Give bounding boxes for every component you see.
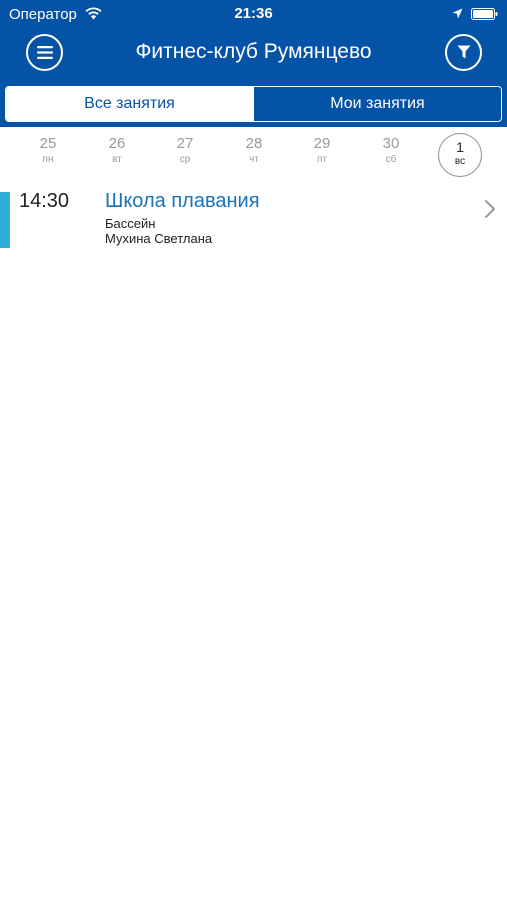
tab-all-sessions[interactable]: Все занятия [6, 87, 253, 121]
day-item[interactable]: 27 ср [163, 133, 207, 177]
filter-button[interactable] [445, 34, 482, 71]
tabs-segmented-control: Все занятия Мои занятия [5, 86, 502, 122]
day-number: 30 [382, 135, 400, 152]
session-title: Школа плавания [105, 190, 260, 212]
page-title: Фитнес-клуб Румянцево [135, 40, 372, 63]
day-item[interactable]: 28 чт [232, 133, 276, 177]
navigation-bar: Фитнес-клуб Румянцево [0, 28, 507, 78]
day-number: 27 [176, 135, 194, 152]
day-selector: 25 пн 26 вт 27 ср 28 чт 29 пт 30 сб 1 вс [0, 127, 507, 181]
day-weekday: пн [42, 154, 54, 165]
filter-funnel-icon [457, 45, 470, 59]
day-number: 1 [456, 139, 464, 155]
day-item[interactable]: 29 пт [300, 133, 344, 177]
day-number: 28 [245, 135, 263, 152]
day-weekday: пт [317, 154, 327, 165]
session-row[interactable]: 14:30 Школа плавания Бассейн Мухина Свет… [0, 186, 507, 248]
session-accent-bar [0, 192, 10, 248]
tab-my-sessions[interactable]: Мои занятия [253, 87, 501, 121]
day-weekday: чт [249, 154, 259, 165]
day-item[interactable]: 25 пн [26, 133, 70, 177]
day-weekday: вс [454, 156, 466, 167]
chevron-right-icon [485, 200, 495, 218]
location-icon [452, 8, 463, 19]
day-number: 25 [39, 135, 57, 152]
app-header: Оператор 21:36 Фитнес-клуб Румянцево Все… [0, 0, 507, 127]
session-room: Бассейн [105, 216, 156, 231]
day-item[interactable]: 26 вт [95, 133, 139, 177]
day-number: 26 [108, 135, 126, 152]
day-weekday: вт [112, 154, 122, 165]
status-bar: Оператор 21:36 [0, 0, 507, 28]
day-number: 29 [313, 135, 331, 152]
status-time: 21:36 [234, 5, 273, 22]
day-weekday: сб [385, 154, 397, 165]
day-weekday: ср [179, 154, 191, 165]
session-time: 14:30 [19, 190, 70, 212]
battery-icon [471, 8, 498, 20]
day-item[interactable]: 30 сб [369, 133, 413, 177]
session-trainer: Мухина Светлана [105, 231, 213, 246]
day-item-selected[interactable]: 1 вс [438, 133, 482, 177]
